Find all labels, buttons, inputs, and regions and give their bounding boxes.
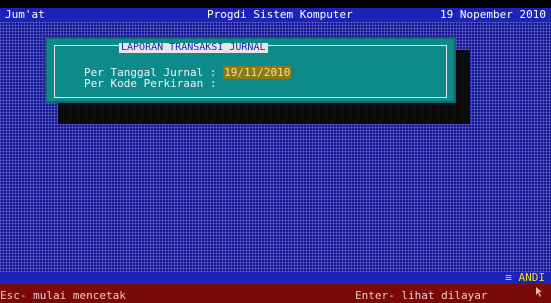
- dialog-frame: LAPORAN TRANSAKSI JURNAL Per Tanggal Jur…: [54, 42, 447, 98]
- app-title: Progdi Sistem Komputer: [207, 8, 353, 21]
- mouse-cursor-icon: [536, 287, 542, 297]
- hint-bar: Esc- mulai mencetak Enter- lihat dilayar: [0, 284, 551, 303]
- top-status-bar: Jum'at Progdi Sistem Komputer 19 Nopembe…: [0, 8, 551, 22]
- hint-esc[interactable]: Esc- mulai mencetak: [0, 290, 126, 302]
- field-kode-perkiraan: Per Kode Perkiraan :: [84, 78, 216, 90]
- field-label: Per Kode Perkiraan: [84, 77, 204, 90]
- hint-enter[interactable]: Enter- lihat dilayar: [355, 290, 487, 302]
- dialog-title: LAPORAN TRANSAKSI JURNAL: [119, 42, 268, 53]
- day-label: Jum'at: [5, 8, 45, 21]
- report-dialog: LAPORAN TRANSAKSI JURNAL Per Tanggal Jur…: [45, 37, 456, 103]
- date-label: 19 Nopember 2010: [440, 8, 546, 21]
- bottom-strip: ≡ ANDI: [0, 272, 551, 284]
- tanggal-jurnal-input[interactable]: 19/11/2010: [223, 66, 292, 79]
- dos-screen: Jum'at Progdi Sistem Komputer 19 Nopembe…: [0, 0, 551, 303]
- brand-label: ≡ ANDI: [505, 271, 545, 284]
- field-separator: :: [209, 77, 217, 90]
